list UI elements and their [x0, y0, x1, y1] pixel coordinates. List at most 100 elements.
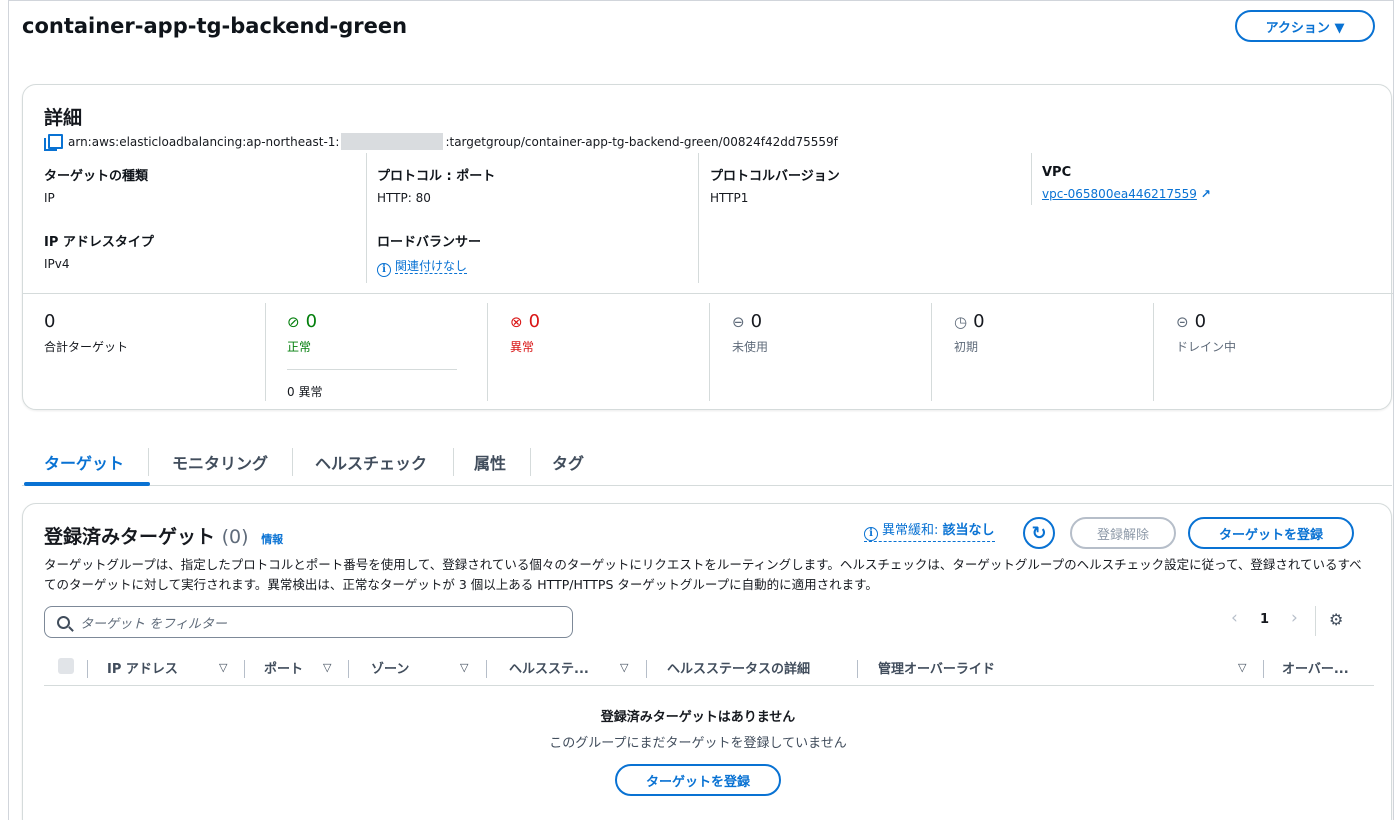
ip-address-type: IP アドレスタイプ IPv4: [44, 231, 154, 271]
registered-targets-card: 登録済みターゲット (0) 情報 i 異常緩和: 該当なし ↻ 登録解除 ターゲッ…: [22, 503, 1392, 820]
ip-type-label: IP アドレスタイプ: [44, 235, 154, 250]
tab-bar: ターゲット モニタリング ヘルスチェック 属性 タグ: [22, 444, 1392, 486]
arn-prefix: arn:aws:elasticloadbalancing:ap-northeas…: [68, 134, 340, 149]
table-header: IP アドレス ▽ ポート ▽ ゾーン ▽ ヘルスステ... ▽ ヘルスステータ…: [44, 654, 1374, 686]
prev-page-icon[interactable]: ‹: [1231, 608, 1238, 628]
vpc-field: vpc-065800ea446217559 ↗: [1042, 187, 1211, 201]
stat-draining-num: ⊝ 0: [1176, 311, 1236, 332]
tab-health-check[interactable]: ヘルスチェック: [315, 450, 427, 474]
targets-heading: 登録済みターゲット (0) 情報: [44, 522, 283, 549]
vpc: VPC vpc-065800ea446217559 ↗: [1042, 165, 1211, 201]
filter-placeholder: ターゲット をフィルター: [80, 616, 227, 632]
stat-total: 0 合計ターゲット: [44, 311, 128, 355]
stat-unhealthy-num: ⊗ 0: [510, 311, 540, 332]
sort-icon[interactable]: ▽: [620, 661, 628, 674]
anomaly-mitigation[interactable]: i 異常緩和: 該当なし: [864, 519, 995, 542]
actions-button[interactable]: アクション ▼: [1235, 10, 1375, 42]
protocol-port-value: HTTP: 80: [377, 191, 431, 205]
column-health-status[interactable]: ヘルスステ...: [509, 658, 589, 677]
column-ip-label: IP アドレス: [107, 662, 178, 677]
check-circle-icon: ⊘: [287, 312, 300, 331]
tab-divider: [292, 448, 293, 476]
divider: [366, 153, 367, 283]
stat-draining: ⊝ 0 ドレイン中: [1176, 311, 1236, 355]
tab-divider: [148, 448, 149, 476]
tab-monitoring[interactable]: モニタリング: [172, 450, 268, 474]
anomaly-value: 該当なし: [942, 523, 995, 538]
info-icon: i: [377, 262, 391, 277]
lb-link[interactable]: 関連付けなし: [395, 259, 468, 274]
column-override[interactable]: オーバー...: [1282, 658, 1349, 677]
next-page-icon[interactable]: ›: [1291, 608, 1298, 628]
stat-unhealthy-label: 異常: [510, 340, 535, 354]
tab-divider: [530, 448, 531, 476]
column-override-label: オーバー...: [1282, 662, 1349, 677]
divider: [1031, 153, 1032, 205]
x-circle-icon: ⊗: [510, 312, 523, 331]
select-all-checkbox[interactable]: [58, 658, 74, 674]
settings-gear-icon[interactable]: ⚙: [1329, 610, 1343, 629]
tab-tags[interactable]: タグ: [552, 450, 584, 474]
arn-redacted-account: [341, 133, 444, 150]
tab-targets[interactable]: ターゲット: [44, 450, 124, 474]
info-icon: i: [864, 526, 878, 541]
info-link[interactable]: 情報: [261, 533, 283, 546]
load-balancer: ロードバランサー i 関連付けなし: [377, 231, 481, 277]
stat-healthy-value: 0: [305, 311, 318, 332]
column-divider: [348, 660, 349, 678]
stat-initial-label: 初期: [954, 340, 979, 354]
lb-label: ロードバランサー: [377, 235, 482, 250]
copy-icon[interactable]: [44, 133, 63, 151]
column-divider: [244, 660, 245, 678]
stat-healthy-anomaly: 0 異常: [287, 383, 322, 400]
minus-circle-icon: ⊝: [1176, 312, 1189, 331]
target-filter-input[interactable]: ターゲット をフィルター: [44, 606, 573, 638]
stat-unused-value: 0: [750, 311, 763, 332]
divider: [487, 303, 488, 401]
stat-total-value: 0: [44, 311, 56, 332]
column-port[interactable]: ポート: [264, 658, 303, 677]
divider: [265, 303, 266, 401]
refresh-button[interactable]: ↻: [1023, 517, 1055, 549]
protocol-version-label: プロトコルバージョン: [710, 169, 840, 184]
empty-register-targets-button[interactable]: ターゲットを登録: [615, 764, 781, 796]
column-zone[interactable]: ゾーン: [371, 658, 409, 677]
sort-icon[interactable]: ▽: [323, 661, 331, 674]
targets-title: 登録済みターゲット: [44, 526, 216, 548]
empty-state-subtitle: このグループにまだターゲットを登録していません: [549, 736, 847, 751]
targets-count: (0): [221, 526, 249, 548]
target-type-label: ターゲットの種類: [44, 169, 149, 184]
ip-type-value: IPv4: [44, 257, 70, 271]
vpc-link[interactable]: vpc-065800ea446217559: [1042, 187, 1197, 201]
tab-attributes[interactable]: 属性: [474, 450, 506, 474]
clock-icon: ◷: [954, 312, 968, 331]
column-admin-override[interactable]: 管理オーバーライド: [878, 658, 995, 677]
divider: [698, 153, 699, 283]
details-title: 詳細: [44, 107, 83, 129]
protocol-port-label: プロトコル : ポート: [377, 169, 496, 184]
sort-icon[interactable]: ▽: [1238, 661, 1246, 674]
deregister-button[interactable]: 登録解除: [1070, 517, 1176, 549]
empty-state-title: 登録済みターゲットはありません: [600, 710, 796, 725]
stat-unused-num: ⊖ 0: [732, 311, 768, 332]
sort-icon[interactable]: ▽: [460, 661, 468, 674]
stat-healthy-label: 正常: [287, 340, 312, 354]
register-targets-button[interactable]: ターゲットを登録: [1188, 517, 1354, 549]
stat-unhealthy-value: 0: [528, 311, 541, 332]
column-ip-address[interactable]: IP アドレス: [107, 658, 178, 677]
targets-description: ターゲットグループは、指定したプロトコルとポート番号を使用して、登録されている個…: [44, 557, 1362, 592]
column-port-label: ポート: [264, 662, 304, 677]
column-health-details[interactable]: ヘルスステータスの詳細: [667, 658, 810, 677]
stat-draining-label: ドレイン中: [1176, 340, 1237, 354]
divider: [709, 303, 710, 401]
column-divider: [857, 660, 858, 678]
stat-initial: ◷ 0 初期: [954, 311, 985, 355]
sort-icon[interactable]: ▽: [219, 661, 227, 674]
stat-draining-value: 0: [1194, 311, 1207, 332]
column-health-status-label: ヘルスステ...: [509, 662, 589, 677]
stat-unhealthy: ⊗ 0 異常: [510, 311, 540, 355]
external-link-icon[interactable]: ↗: [1201, 187, 1211, 201]
page-number[interactable]: 1: [1260, 612, 1269, 627]
refresh-icon: ↻: [1031, 522, 1047, 544]
stat-unused-label: 未使用: [732, 340, 769, 354]
